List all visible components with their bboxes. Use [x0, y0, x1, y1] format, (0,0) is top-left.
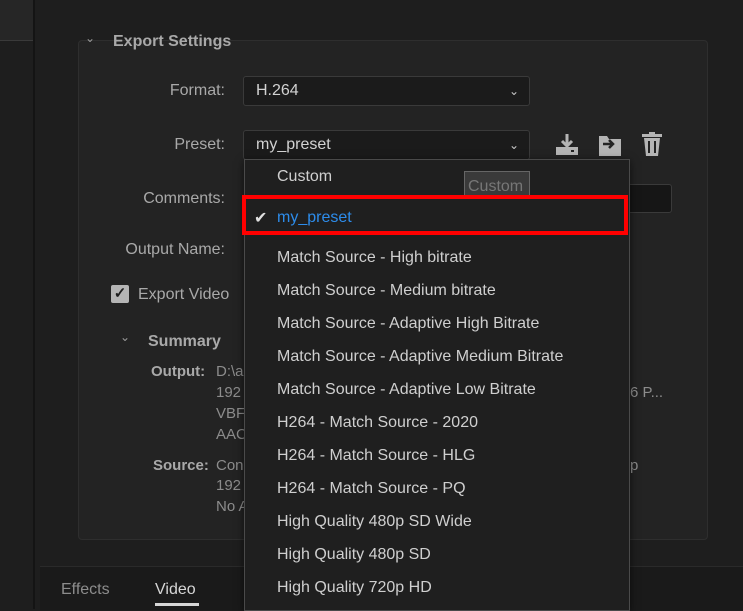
- import-preset-icon[interactable]: [597, 132, 623, 158]
- menu-item-custom[interactable]: Custom: [277, 168, 332, 186]
- output-line: AAC: [216, 426, 247, 443]
- delete-preset-icon[interactable]: [639, 131, 665, 157]
- chevron-down-icon: ⌄: [508, 138, 519, 152]
- highlight-box: [242, 195, 628, 235]
- preset-dropdown[interactable]: my_preset ⌄: [243, 130, 530, 160]
- output-line: VBF: [216, 405, 246, 422]
- menu-item[interactable]: Match Source - Adaptive Medium Bitrate: [277, 348, 563, 366]
- format-label: Format:: [169, 82, 225, 99]
- export-video-label: Export Video: [138, 286, 230, 303]
- source-line: 192: [216, 477, 242, 494]
- menu-item[interactable]: Match Source - Adaptive Low Bitrate: [277, 381, 536, 399]
- collapse-chevron-icon[interactable]: ⌄: [85, 31, 95, 45]
- save-preset-icon[interactable]: [554, 131, 580, 157]
- tab-effects[interactable]: Effects: [61, 581, 110, 599]
- menu-item[interactable]: Match Source - Medium bitrate: [277, 282, 496, 300]
- preset-label: Preset:: [174, 136, 225, 153]
- menu-item[interactable]: High Quality 480p SD Wide: [277, 513, 472, 531]
- menu-item[interactable]: H264 - Match Source - 2020: [277, 414, 478, 432]
- source-label: Source:: [153, 457, 209, 474]
- tooltip: Custom: [464, 171, 530, 197]
- output-line: D:\a: [216, 363, 244, 380]
- tab-video[interactable]: Video: [155, 581, 196, 599]
- menu-item[interactable]: High Quality 480p SD: [277, 546, 431, 564]
- source-line: Con: [216, 457, 244, 474]
- summary-chevron-icon[interactable]: ⌄: [120, 330, 130, 344]
- format-value: H.264: [256, 82, 299, 99]
- chevron-down-icon: ⌄: [508, 84, 519, 98]
- export-video-checkbox[interactable]: ✓: [111, 285, 129, 303]
- left-panel-header: [0, 0, 33, 41]
- output-line: 192: [216, 384, 242, 401]
- menu-item[interactable]: Match Source - High bitrate: [277, 249, 472, 267]
- panel-divider[interactable]: [33, 0, 35, 609]
- menu-item[interactable]: H264 - Match Source - HLG: [277, 447, 475, 465]
- menu-item[interactable]: Match Source - Adaptive High Bitrate: [277, 315, 539, 333]
- section-title: Export Settings: [113, 33, 232, 50]
- active-tab-underline: [155, 603, 199, 606]
- output-trailing: 6 P...: [630, 384, 664, 401]
- format-dropdown[interactable]: H.264 ⌄: [243, 76, 530, 106]
- output-label: Output:: [151, 363, 206, 380]
- menu-item[interactable]: H264 - Match Source - PQ: [277, 480, 466, 498]
- comments-label: Comments:: [143, 190, 225, 207]
- preset-value: my_preset: [256, 136, 331, 153]
- output-name-label: Output Name:: [125, 241, 225, 258]
- menu-item[interactable]: High Quality 720p HD: [277, 579, 432, 597]
- source-trailing: p: [630, 457, 639, 474]
- summary-title: Summary: [148, 333, 221, 350]
